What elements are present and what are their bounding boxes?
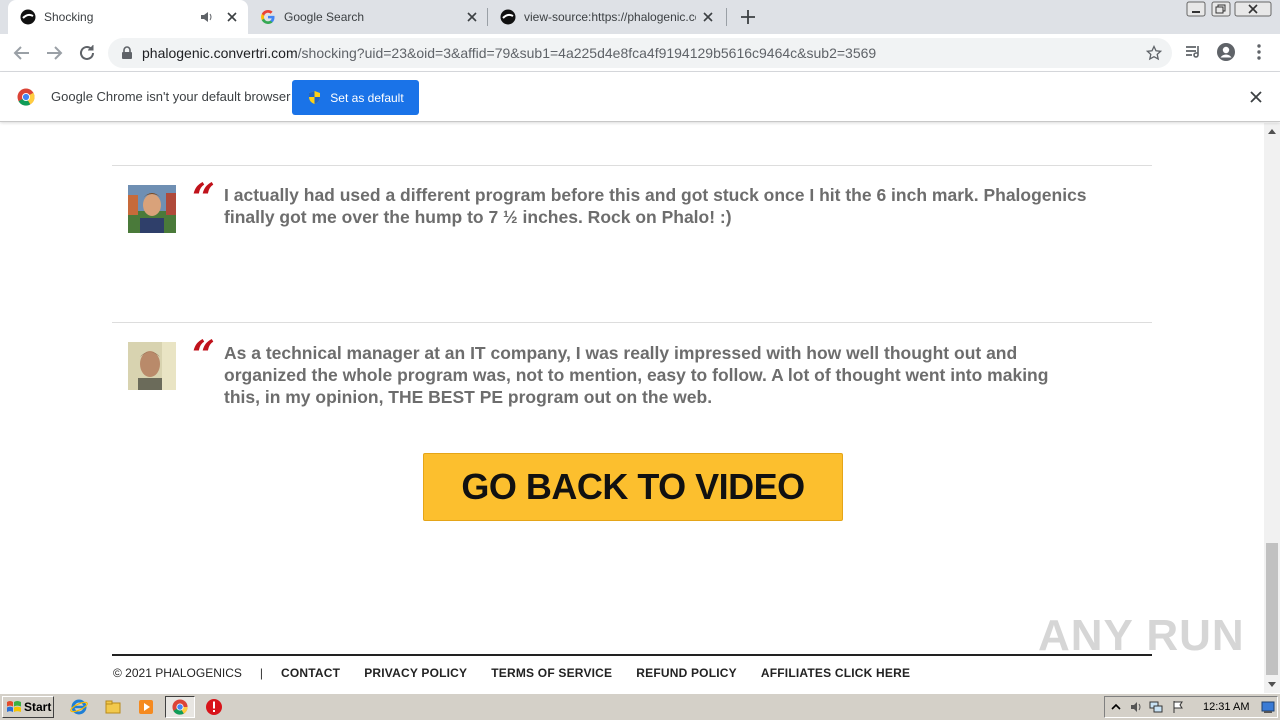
url-path: /shocking?uid=23&oid=3&affid=79&sub1=4a2… (297, 45, 877, 61)
tab-title: Google Search (284, 10, 365, 24)
default-browser-infobar: Google Chrome isn't your default browser… (0, 72, 1280, 122)
chrome-logo-icon (17, 88, 35, 106)
avatar (128, 185, 176, 233)
lock-icon[interactable] (120, 46, 134, 60)
stop-warning-icon[interactable] (205, 698, 223, 716)
tab-google-search[interactable]: Google Search (248, 0, 488, 34)
infobar-message: Google Chrome isn't your default browser (51, 89, 291, 104)
tab-divider (726, 8, 727, 26)
url-host: phalogenic.convertri.com (142, 45, 298, 61)
page-content: “ I actually had used a different progra… (0, 123, 1264, 693)
close-infobar-icon[interactable] (1249, 90, 1263, 104)
close-window-button[interactable] (1233, 0, 1273, 18)
page-scrollbar[interactable] (1264, 123, 1280, 693)
forward-arrow-icon[interactable] (43, 42, 65, 64)
more-menu-icon[interactable] (1249, 42, 1269, 62)
minimize-button[interactable] (1183, 0, 1209, 18)
show-hidden-icons-icon[interactable] (1109, 700, 1123, 714)
scroll-down-arrow-icon[interactable] (1268, 682, 1276, 687)
go-back-to-video-button[interactable]: GO BACK TO VIDEO (423, 453, 843, 521)
start-button[interactable]: Start (2, 696, 54, 718)
tab-strip: Shocking Google Search view-source:https… (0, 0, 1280, 34)
site-favicon-icon (20, 9, 36, 25)
browser-toolbar: phalogenic.convertri.com /shocking?uid=2… (0, 34, 1280, 72)
show-desktop-icon[interactable] (1261, 700, 1275, 714)
footer-link-privacy-policy[interactable]: PRIVACY POLICY (364, 666, 467, 680)
restore-button[interactable] (1208, 0, 1234, 18)
set-as-default-label: Set as default (330, 90, 404, 105)
copyright-text: © 2021 PHALOGENICS (113, 666, 242, 680)
site-favicon-icon (500, 9, 516, 25)
reload-icon[interactable] (76, 42, 98, 64)
tab-view-source[interactable]: view-source:https://phalogenic.conv (488, 0, 724, 34)
new-tab-icon[interactable] (738, 7, 758, 27)
footer-divider (112, 654, 1152, 656)
close-tab-icon[interactable] (464, 9, 480, 25)
footer: © 2021 PHALOGENICS | CONTACT PRIVACY POL… (113, 666, 934, 680)
google-logo-icon (261, 10, 275, 24)
tab-title: Shocking (44, 10, 94, 24)
quote-mark-icon: “ (192, 175, 215, 222)
set-as-default-button[interactable]: Set as default (292, 80, 419, 115)
internet-explorer-icon[interactable] (70, 698, 88, 716)
testimonial: “ As a technical manager at an IT compan… (128, 336, 1088, 430)
taskbar-clock[interactable]: 12:31 AM (1203, 701, 1249, 713)
windows-taskbar: Start 12:31 AM (0, 693, 1280, 720)
testimonial-text: I actually had used a different program … (224, 185, 1087, 227)
uac-shield-icon (309, 91, 321, 104)
footer-link-affiliates[interactable]: AFFILIATES CLICK HERE (761, 666, 910, 680)
chrome-logo-icon (172, 699, 188, 715)
address-bar[interactable]: phalogenic.convertri.com /shocking?uid=2… (108, 38, 1172, 68)
quote-mark-icon: “ (192, 332, 215, 379)
close-tab-icon[interactable] (700, 9, 716, 25)
testimonial: “ I actually had used a different progra… (128, 179, 1088, 251)
testimonial-text: As a technical manager at an IT company,… (224, 343, 1049, 407)
footer-link-contact[interactable]: CONTACT (281, 666, 340, 680)
divider (112, 322, 1152, 323)
system-tray: 12:31 AM (1104, 696, 1278, 718)
avatar (128, 342, 176, 390)
tab-shocking[interactable]: Shocking (8, 0, 248, 34)
footer-link-refund-policy[interactable]: REFUND POLICY (636, 666, 737, 680)
file-explorer-icon[interactable] (104, 698, 122, 716)
footer-link-terms-of-service[interactable]: TERMS OF SERVICE (491, 666, 612, 680)
network-icon[interactable] (1149, 700, 1163, 714)
profile-avatar-icon[interactable] (1216, 42, 1236, 62)
back-arrow-icon[interactable] (11, 42, 33, 64)
tab-title: view-source:https://phalogenic.conv (524, 10, 696, 24)
action-center-flag-icon[interactable] (1171, 700, 1185, 714)
start-label: Start (24, 700, 52, 714)
volume-icon[interactable] (1129, 700, 1143, 714)
footer-separator: | (259, 666, 264, 680)
media-controls-icon[interactable] (1183, 42, 1203, 62)
taskbar-chrome-button[interactable] (165, 696, 195, 718)
scroll-up-arrow-icon[interactable] (1268, 129, 1276, 134)
media-player-icon[interactable] (137, 698, 155, 716)
scrollbar-thumb[interactable] (1266, 543, 1278, 675)
close-tab-icon[interactable] (224, 9, 240, 25)
bookmark-star-icon[interactable] (1146, 45, 1162, 61)
audio-playing-icon[interactable] (198, 9, 214, 25)
divider (112, 165, 1152, 166)
windows-flag-icon (7, 701, 21, 712)
